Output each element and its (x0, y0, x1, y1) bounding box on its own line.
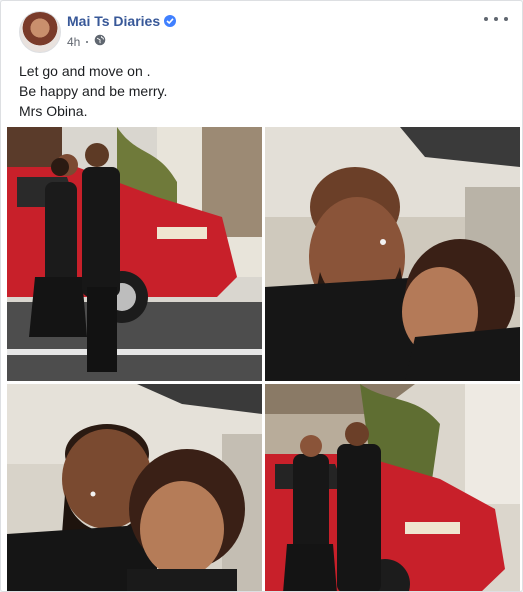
photo-couple-selfie[interactable] (7, 384, 262, 591)
photo-couple-standing-by-car[interactable] (265, 384, 520, 591)
globe-icon[interactable] (94, 34, 106, 49)
photo-grid (7, 127, 520, 591)
author-name[interactable]: Mai Ts Diaries (67, 13, 160, 29)
facebook-post: Mai Ts Diaries 4h Let go and move on . B… (0, 0, 523, 592)
post-text: Let go and move on . Be happy and be mer… (19, 61, 167, 121)
post-text-line: Mrs Obina. (19, 103, 88, 119)
verified-badge-icon (164, 15, 177, 27)
post-text-line: Be happy and be merry. (19, 83, 168, 99)
photo-couple-closeup-kiss[interactable] (265, 127, 520, 381)
separator-dot (86, 40, 89, 43)
author-name-link[interactable]: Mai Ts Diaries (67, 13, 177, 29)
photo-couple-kissing-by-car[interactable] (7, 127, 262, 381)
post-time[interactable]: 4h (67, 35, 80, 49)
more-options-icon[interactable] (484, 11, 508, 27)
author-avatar[interactable] (19, 11, 61, 53)
post-meta: 4h (67, 34, 106, 49)
post-text-line: Let go and move on . (19, 63, 151, 79)
